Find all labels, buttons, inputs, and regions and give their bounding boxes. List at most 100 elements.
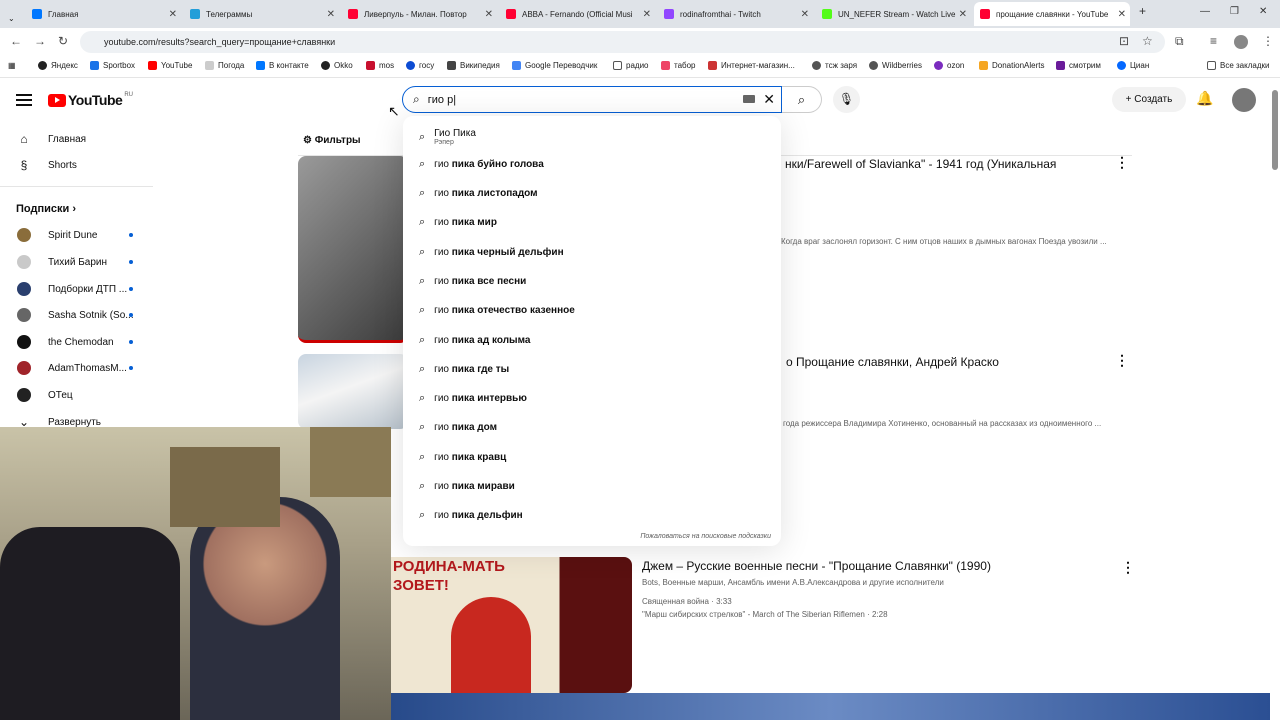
bookmark[interactable]: Яндекс xyxy=(38,61,78,70)
avatar[interactable] xyxy=(1232,88,1256,112)
chapter[interactable]: "Марш сибирских стрелков" - March of The… xyxy=(642,610,888,619)
profile-avatar[interactable] xyxy=(1234,35,1248,49)
sidebar-item-shorts[interactable]: § Shorts xyxy=(0,152,160,178)
install-app-icon[interactable]: ⊡ xyxy=(1119,34,1129,48)
video-thumbnail[interactable] xyxy=(391,693,1270,720)
suggestion-item[interactable]: ⌕ гио пика кравц xyxy=(403,443,781,472)
close-icon[interactable]: ✕ xyxy=(1118,9,1126,20)
video-thumbnail[interactable] xyxy=(298,354,408,429)
search-input[interactable]: ⌕ гио р | ✕ xyxy=(402,86,782,113)
browser-tab-active[interactable]: прощание славянки - YouTube ✕ xyxy=(974,2,1130,26)
sidebar-item-subscription[interactable]: Sasha Sotnik (So... xyxy=(0,302,160,328)
apps-icon[interactable]: ▦ xyxy=(8,61,16,70)
sidebar-item-subscription[interactable]: Тихий Барин xyxy=(0,249,160,275)
bookmark[interactable]: Интернет-магазин... xyxy=(708,61,795,70)
search-button[interactable]: ⌕ xyxy=(782,86,822,113)
suggestion-item[interactable]: ⌕ гио пика дом xyxy=(403,413,781,442)
subscriptions-heading[interactable]: Подписки › xyxy=(16,203,76,215)
url-field[interactable]: youtube.com/results?search_query=прощани… xyxy=(80,31,1165,53)
clear-search-icon[interactable]: ✕ xyxy=(763,91,775,108)
more-actions-icon[interactable]: ⋮ xyxy=(1121,559,1135,576)
suggestion-item[interactable]: ⌕ гио пика ад колыма xyxy=(403,326,781,355)
close-icon[interactable]: ✕ xyxy=(327,9,335,20)
back-button[interactable]: ← xyxy=(10,34,22,48)
video-title[interactable]: нки/Farewell of Slavianka" - 1941 год (У… xyxy=(785,157,1056,171)
bookmark[interactable]: госу xyxy=(406,61,434,70)
close-icon[interactable]: ✕ xyxy=(485,9,493,20)
bookmark[interactable]: Sportbox xyxy=(90,61,135,70)
browser-tab[interactable]: UN_NEFER Stream - Watch Live ✕ xyxy=(816,2,971,26)
close-icon[interactable]: ✕ xyxy=(169,9,177,20)
suggestion-item[interactable]: ⌕ гио пика отечество казенное xyxy=(403,296,781,325)
bookmark[interactable]: Wildberries xyxy=(869,61,922,70)
bookmark[interactable]: табор xyxy=(661,61,696,70)
browser-tab[interactable]: Телеграммы ✕ xyxy=(184,2,339,26)
scrollbar[interactable] xyxy=(1272,90,1278,170)
forward-button[interactable]: → xyxy=(34,34,46,48)
search-query[interactable]: гио р xyxy=(428,94,453,106)
filters-button[interactable]: ⚙ Фильтры xyxy=(303,135,361,146)
suggestion-item[interactable]: ⌕ гио пика мирави xyxy=(403,472,781,501)
bookmark[interactable]: Google Переводчик xyxy=(512,61,597,70)
bookmark[interactable]: Okko xyxy=(321,61,353,70)
suggestion-item[interactable]: ⌕ гио пика все песни xyxy=(403,267,781,296)
keyboard-icon[interactable] xyxy=(743,95,755,103)
suggestion-item[interactable]: ⌕ гио пика интервью xyxy=(403,384,781,413)
close-icon[interactable]: ✕ xyxy=(959,9,967,20)
sidebar-item-subscription[interactable]: ОТец xyxy=(0,382,160,408)
all-bookmarks[interactable]: Все закладки xyxy=(1207,61,1269,70)
menu-icon[interactable] xyxy=(16,94,32,106)
youtube-logo[interactable]: YouTube RU xyxy=(48,92,133,108)
close-window-button[interactable]: ✕ xyxy=(1259,6,1267,17)
sidebar-item-subscription[interactable]: Подборки ДТП ... xyxy=(0,276,160,302)
video-thumbnail[interactable]: РОДИНА-МАТЬ ЗОВЕТ! xyxy=(391,557,632,693)
bookmark[interactable]: Погода xyxy=(205,61,244,70)
suggestion-item[interactable]: ⌕ гио пика где ты xyxy=(403,355,781,384)
suggestion-item[interactable]: ⌕ Гио Пика Рэпер xyxy=(403,120,781,154)
browser-tab[interactable]: ABBA - Fernando (Official Musi ✕ xyxy=(500,2,655,26)
tab-search-icon[interactable]: ⌄ xyxy=(2,6,22,30)
sidebar-item-subscription[interactable]: AdamThomasM... xyxy=(0,355,160,381)
notifications-icon[interactable]: 🔔 xyxy=(1196,90,1213,107)
close-icon[interactable]: ✕ xyxy=(643,9,651,20)
media-icon[interactable]: ≡ xyxy=(1210,34,1217,48)
report-suggestions-link[interactable]: Пожаловаться на поисковые подсказки xyxy=(640,533,771,540)
suggestion-item[interactable]: ⌕ гио пика черный дельфин xyxy=(403,238,781,267)
sidebar-item-home[interactable]: ⌂ Главная xyxy=(0,126,160,152)
bookmark[interactable]: Википедия xyxy=(447,61,500,70)
more-actions-icon[interactable]: ⋮ xyxy=(1115,154,1129,171)
bookmark-star-icon[interactable]: ☆ xyxy=(1142,34,1153,48)
bookmark[interactable]: В контакте xyxy=(256,61,309,70)
video-title[interactable]: Джем – Русские военные песни - "Прощание… xyxy=(642,559,991,573)
video-channel[interactable]: Bots, Военные марши, Ансамбль имени А.В.… xyxy=(642,578,944,587)
video-thumbnail[interactable] xyxy=(298,156,408,343)
suggestion-item[interactable]: ⌕ гио пика дельфин xyxy=(403,501,781,530)
sidebar-item-subscription[interactable]: Spirit Dune xyxy=(0,222,160,248)
extensions-icon[interactable]: ⧉ xyxy=(1175,34,1184,49)
bookmark[interactable]: mos xyxy=(366,61,394,70)
bookmark[interactable]: тсж заря xyxy=(812,61,857,70)
minimize-button[interactable]: — xyxy=(1200,6,1210,17)
browser-tab[interactable]: Главная ✕ xyxy=(26,2,181,26)
close-icon[interactable]: ✕ xyxy=(801,9,809,20)
suggestion-item[interactable]: ⌕ гио пика буйно голова xyxy=(403,150,781,179)
create-button[interactable]: + Создать xyxy=(1112,87,1186,112)
bookmark[interactable]: смотрим xyxy=(1056,61,1101,70)
bookmark[interactable]: ozon xyxy=(934,61,964,70)
suggestion-item[interactable]: ⌕ гио пика листопадом xyxy=(403,179,781,208)
chapter[interactable]: Священная война · 3:33 xyxy=(642,597,732,606)
menu-icon[interactable]: ⋮ xyxy=(1262,34,1274,48)
video-title[interactable]: о Прощание славянки, Андрей Краско xyxy=(786,355,999,369)
bookmark[interactable]: Циан xyxy=(1117,61,1149,70)
bookmark[interactable]: DonationAlerts xyxy=(979,61,1044,70)
suggestion-item[interactable]: ⌕ гио пика мир xyxy=(403,208,781,237)
new-tab-button[interactable]: + xyxy=(1139,4,1146,18)
restore-button[interactable]: ❐ xyxy=(1230,6,1239,17)
reload-button[interactable]: ↻ xyxy=(58,34,68,48)
more-actions-icon[interactable]: ⋮ xyxy=(1115,352,1129,369)
browser-tab[interactable]: Ливерпуль - Милан. Повтор ✕ xyxy=(342,2,497,26)
bookmark[interactable]: радио xyxy=(613,61,648,70)
sidebar-item-subscription[interactable]: the Chemodan xyxy=(0,329,160,355)
voice-search-button[interactable]: 🎙 xyxy=(833,86,860,113)
browser-tab[interactable]: rodinafromthai - Twitch ✕ xyxy=(658,2,813,26)
